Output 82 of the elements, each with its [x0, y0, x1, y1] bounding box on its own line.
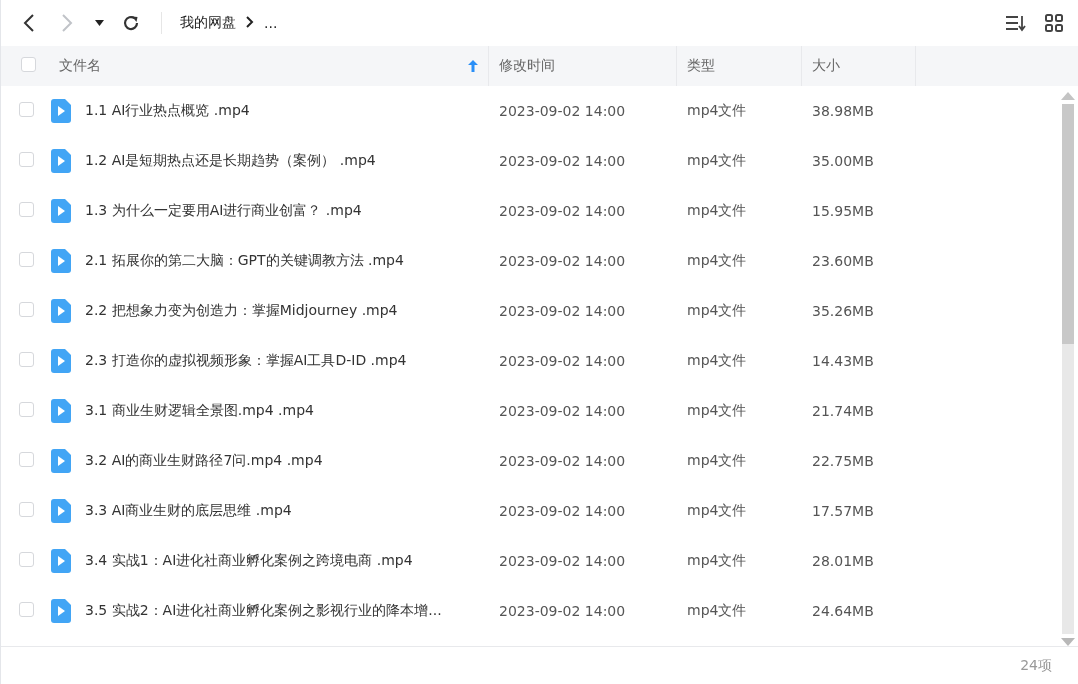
row-checkbox[interactable] — [19, 251, 34, 267]
select-all-checkbox[interactable] — [21, 56, 36, 72]
modified-time: 2023-09-02 14:00 — [498, 503, 627, 519]
breadcrumb-link[interactable]: 我的网盘 — [180, 14, 236, 32]
modified-time: 2023-09-02 14:00 — [498, 153, 627, 169]
file-type: mp4文件 — [686, 352, 748, 370]
row-checkbox[interactable] — [19, 501, 34, 517]
file-type: mp4文件 — [686, 502, 748, 520]
modified-time: 2023-09-02 14:00 — [498, 203, 627, 219]
chevron-left-icon — [22, 13, 36, 33]
scroll-down-icon[interactable] — [1061, 638, 1075, 646]
column-header[interactable]: 文件名 — [59, 57, 101, 75]
refresh-icon — [122, 14, 140, 32]
video-file-icon — [51, 599, 71, 623]
modified-time: 2023-09-02 14:00 — [498, 103, 627, 119]
file-name[interactable]: 1.2 AI是短期热点还是长期趋势（案例） .mp4 — [85, 152, 376, 170]
row-checkbox[interactable] — [19, 451, 34, 467]
row-checkbox[interactable] — [19, 301, 34, 317]
modified-time: 2023-09-02 14:00 — [498, 603, 627, 619]
file-size: 35.26MB — [811, 303, 875, 319]
row-checkbox[interactable] — [19, 151, 34, 167]
row-checkbox[interactable] — [19, 401, 34, 417]
file-type: mp4文件 — [686, 152, 748, 170]
file-name[interactable]: 3.5 实战2：AI进化社商业孵化案例之影视行业的降本增... — [85, 602, 442, 620]
video-file-icon — [51, 549, 71, 573]
column-header[interactable]: 类型 — [687, 57, 715, 75]
sort-up-icon[interactable] — [468, 60, 478, 72]
file-name[interactable]: 3.3 AI商业生财的底层思维 .mp4 — [85, 502, 292, 520]
file-name[interactable]: 2.2 把想象力变为创造力：掌握Midjourney .mp4 — [85, 302, 398, 320]
modified-time: 2023-09-02 14:00 — [498, 453, 627, 469]
modified-time: 2023-09-02 14:00 — [498, 553, 627, 569]
file-name[interactable]: 3.4 实战1：AI进化社商业孵化案例之跨境电商 .mp4 — [85, 552, 413, 570]
file-type: mp4文件 — [686, 552, 748, 570]
file-size: 21.74MB — [811, 403, 875, 419]
file-size: 22.75MB — [811, 453, 875, 469]
file-name[interactable]: 3.2 AI的商业生财路径7问.mp4 .mp4 — [85, 452, 323, 470]
file-type: mp4文件 — [686, 202, 748, 220]
modified-time: 2023-09-02 14:00 — [498, 353, 627, 369]
video-file-icon — [51, 399, 71, 423]
video-file-icon — [51, 99, 71, 123]
row-checkbox[interactable] — [19, 351, 34, 367]
caret-down-icon — [94, 20, 104, 26]
file-type: mp4文件 — [686, 302, 748, 320]
video-file-icon — [51, 199, 71, 223]
scroll-up-icon[interactable] — [1061, 92, 1075, 100]
item-count: 24项 — [1020, 656, 1052, 675]
modified-time: 2023-09-02 14:00 — [498, 403, 627, 419]
column-header[interactable]: 大小 — [812, 57, 840, 75]
video-file-icon — [51, 299, 71, 323]
row-checkbox[interactable] — [19, 551, 34, 567]
video-file-icon — [51, 349, 71, 373]
modified-time: 2023-09-02 14:00 — [498, 303, 627, 319]
video-file-icon — [51, 499, 71, 523]
row-checkbox[interactable] — [19, 601, 34, 617]
video-file-icon — [51, 249, 71, 273]
grid-view-button[interactable] — [1042, 11, 1066, 35]
file-name[interactable]: 3.1 商业生财逻辑全景图.mp4 .mp4 — [85, 402, 314, 420]
file-size: 23.60MB — [811, 253, 875, 269]
breadcrumb-link[interactable]: ... — [264, 15, 278, 31]
file-name[interactable]: 1.1 AI行业热点概览 .mp4 — [85, 102, 250, 120]
row-checkbox[interactable] — [19, 101, 34, 117]
file-type: mp4文件 — [686, 602, 748, 620]
file-size: 17.57MB — [811, 503, 875, 519]
file-name[interactable]: 2.3 打造你的虚拟视频形象：掌握AI工具D-ID .mp4 — [85, 352, 407, 370]
file-size: 15.95MB — [811, 203, 875, 219]
file-size: 14.43MB — [811, 353, 875, 369]
file-name[interactable]: 2.1 拓展你的第二大脑：GPT的关键调教方法 .mp4 — [85, 252, 404, 270]
video-file-icon — [51, 449, 71, 473]
file-type: mp4文件 — [686, 402, 748, 420]
file-size: 28.01MB — [811, 553, 875, 569]
video-file-icon — [51, 149, 71, 173]
file-size: 35.00MB — [811, 153, 875, 169]
file-type: mp4文件 — [686, 102, 748, 120]
chevron-right-icon — [60, 13, 74, 33]
column-header[interactable]: 修改时间 — [499, 57, 555, 75]
file-size: 38.98MB — [811, 103, 875, 119]
row-checkbox[interactable] — [19, 201, 34, 217]
file-size: 24.64MB — [811, 603, 875, 619]
file-type: mp4文件 — [686, 452, 748, 470]
modified-time: 2023-09-02 14:00 — [498, 253, 627, 269]
file-name[interactable]: 1.3 为什么一定要用AI进行商业创富？ .mp4 — [85, 202, 362, 220]
file-type: mp4文件 — [686, 252, 748, 270]
